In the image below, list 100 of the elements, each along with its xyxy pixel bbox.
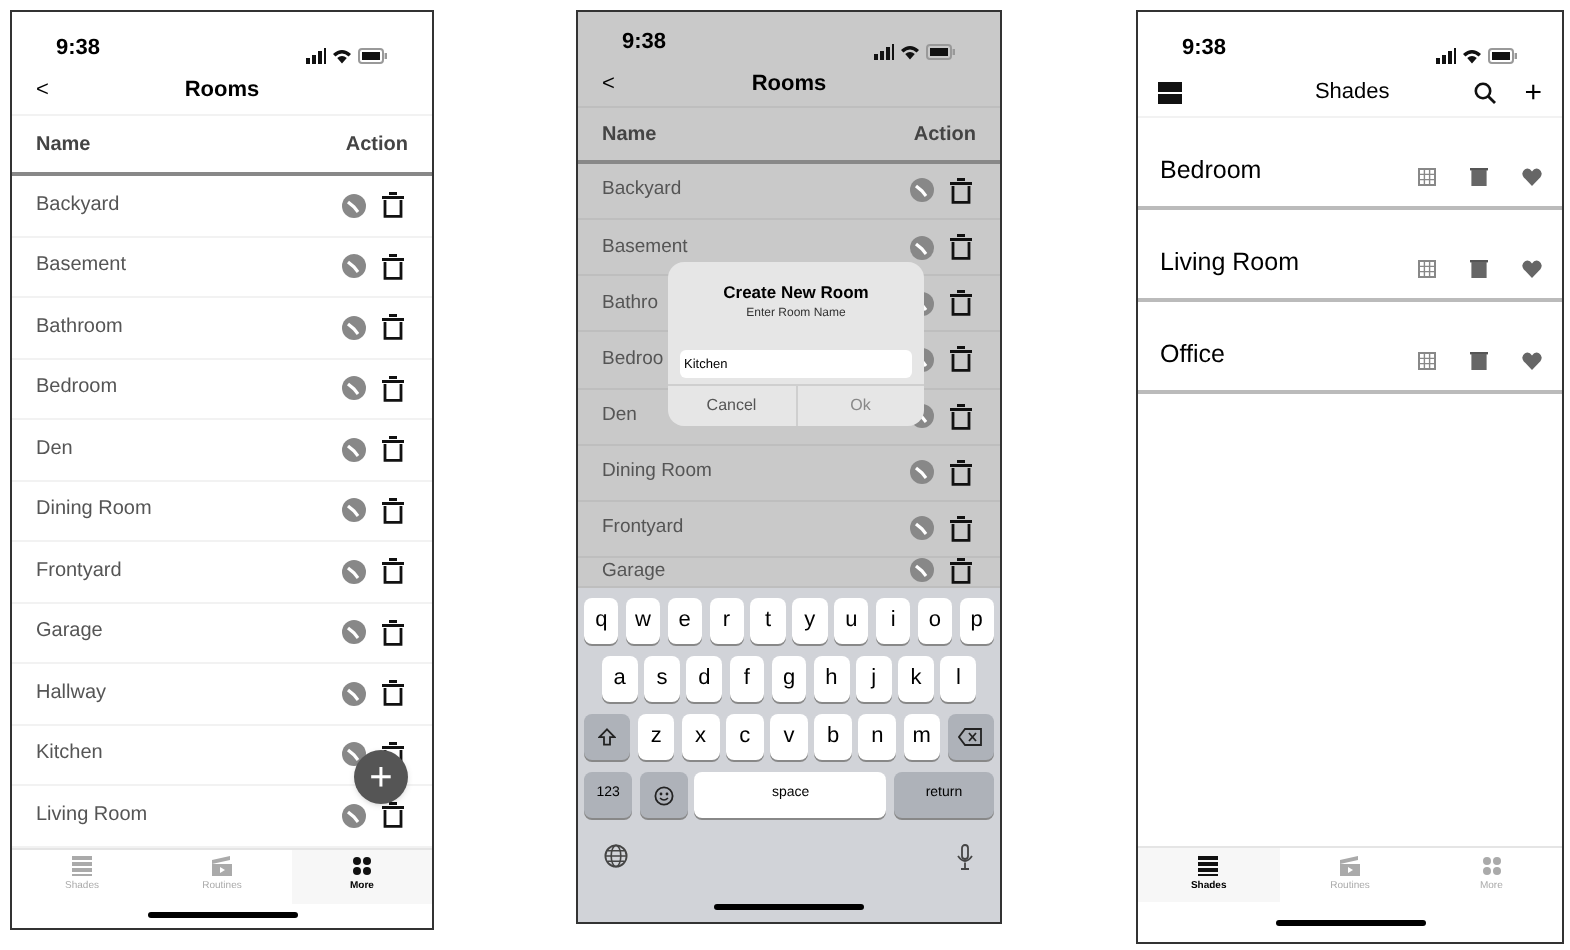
trash-icon[interactable] [382, 436, 404, 463]
trash-icon[interactable] [382, 680, 404, 707]
back-button[interactable]: < [602, 68, 615, 102]
column-header: Action [913, 121, 976, 149]
keyboard-key[interactable]: g [771, 656, 807, 702]
wifi-icon [332, 48, 352, 64]
wifi-icon [1462, 48, 1482, 64]
wrench-icon[interactable] [342, 498, 366, 523]
wrench-icon[interactable] [342, 559, 366, 584]
battery-icon [1488, 48, 1518, 64]
back-button[interactable]: < [36, 74, 49, 108]
trash-icon[interactable] [382, 497, 404, 524]
wrench-icon[interactable] [342, 376, 366, 401]
wrench-icon[interactable] [342, 437, 366, 462]
keyboard-key[interactable]: t [750, 598, 786, 644]
window-grid-icon[interactable] [1418, 168, 1436, 186]
list-icon [1198, 855, 1219, 876]
keyboard-key[interactable]: s [644, 656, 680, 702]
keyboard-key[interactable]: o [917, 598, 953, 644]
wrench-icon[interactable] [910, 516, 934, 541]
list-icon [72, 856, 92, 877]
keyboard-key[interactable]: b [814, 714, 852, 760]
trash-icon[interactable] [950, 459, 972, 486]
trash-icon[interactable] [950, 557, 972, 584]
keyboard-key[interactable]: p [959, 598, 994, 644]
column-header: Name [602, 121, 657, 149]
keyboard-key[interactable]: n [858, 714, 897, 760]
keyboard-key[interactable]: u [834, 598, 869, 644]
cancel-button[interactable]: Cancel [668, 386, 797, 426]
room-name: Bathro [602, 289, 658, 318]
search-icon[interactable] [1474, 81, 1497, 103]
keyboard-key[interactable] [947, 714, 994, 760]
keyboard-key[interactable]: z [637, 714, 675, 760]
window-grid-icon[interactable] [1418, 260, 1436, 278]
keyboard-key[interactable]: j [856, 656, 892, 702]
heart-icon[interactable] [1522, 352, 1542, 370]
keyboard-key[interactable]: h [813, 656, 850, 702]
wrench-icon[interactable] [342, 254, 366, 279]
window-grid-icon[interactable] [1418, 352, 1436, 370]
four-dots-icon [352, 856, 372, 877]
room-name: Dining Room [36, 496, 152, 525]
trash-icon[interactable] [382, 375, 404, 402]
column-header: Action [345, 131, 408, 159]
wrench-icon[interactable] [342, 315, 366, 340]
trash-icon[interactable] [950, 403, 972, 430]
add-button[interactable]: + [1524, 77, 1542, 107]
keyboard-key[interactable]: v [770, 714, 808, 760]
trash-icon[interactable] [950, 234, 972, 261]
wrench-icon[interactable] [342, 193, 366, 218]
room-name: Bathroom [36, 313, 123, 342]
keyboard-key[interactable]: m [903, 714, 941, 760]
microphone-icon[interactable] [956, 843, 974, 869]
trash-icon[interactable] [950, 346, 972, 373]
heart-icon[interactable] [1522, 260, 1542, 278]
wrench-icon[interactable] [910, 460, 934, 485]
trash-icon[interactable] [382, 558, 404, 585]
trash-icon[interactable] [382, 192, 404, 219]
trash-icon[interactable] [382, 253, 404, 280]
shade-icon[interactable] [1470, 352, 1488, 370]
trash-icon[interactable] [382, 802, 404, 829]
wrench-icon[interactable] [910, 178, 934, 203]
keyboard-key[interactable]: c [726, 714, 764, 760]
trash-icon[interactable] [382, 314, 404, 341]
keyboard-key[interactable]: a [602, 656, 638, 702]
keyboard-key[interactable]: y [792, 598, 828, 644]
keyboard-key[interactable]: e [667, 598, 703, 644]
wrench-icon[interactable] [342, 620, 366, 645]
wrench-icon[interactable] [910, 558, 934, 583]
keyboard-key[interactable] [584, 714, 631, 760]
shade-icon[interactable] [1470, 260, 1488, 278]
keyboard-key[interactable]: x [681, 714, 720, 760]
keyboard-key[interactable]: q [584, 598, 619, 644]
battery-icon [358, 48, 388, 64]
menu-icon[interactable] [1158, 81, 1182, 103]
floating-add-button[interactable]: + [354, 750, 408, 804]
shade-icon[interactable] [1470, 168, 1488, 186]
trash-icon[interactable] [950, 290, 972, 317]
room-name: Living Room [1160, 246, 1301, 281]
clapperboard-icon [212, 856, 232, 877]
room-name: Dining Room [602, 458, 712, 487]
trash-icon[interactable] [950, 177, 972, 204]
room-name: Den [602, 402, 637, 431]
heart-icon[interactable] [1522, 168, 1542, 186]
keyboard-key[interactable]: i [875, 598, 911, 644]
wrench-icon[interactable] [910, 235, 934, 260]
globe-icon[interactable] [604, 844, 628, 868]
room-name: Garage [36, 618, 103, 647]
keyboard-key[interactable]: r [709, 598, 744, 644]
trash-icon[interactable] [382, 619, 404, 646]
keyboard-key[interactable]: f [729, 656, 765, 702]
keyboard-key[interactable]: l [940, 656, 977, 702]
column-header: Name [36, 131, 91, 159]
keyboard-key[interactable]: k [898, 656, 934, 702]
keyboard-key[interactable]: d [686, 656, 723, 702]
dialog-title: Create New Room [723, 280, 869, 306]
keyboard-key[interactable] [639, 772, 688, 818]
wrench-icon[interactable] [342, 803, 366, 828]
keyboard-key[interactable]: w [625, 598, 661, 644]
wrench-icon[interactable] [342, 681, 366, 706]
trash-icon[interactable] [950, 515, 972, 542]
